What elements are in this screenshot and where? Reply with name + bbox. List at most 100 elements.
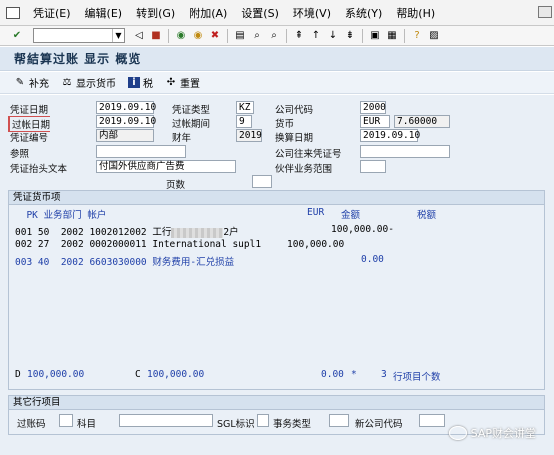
col-pk-bu-account: PK 业务部门 帐户 xyxy=(15,210,107,221)
window-control-icon[interactable] xyxy=(538,6,552,18)
account-field[interactable] xyxy=(119,414,213,427)
items-column-header: PK 业务部门 帐户 xyxy=(15,207,106,221)
balance-total: 0.00 xyxy=(321,369,344,380)
title-bar: 帮結算过账 显示 概览 xyxy=(0,47,554,71)
reference-label: 参照 xyxy=(10,149,30,160)
show-currency-label: 显示货币 xyxy=(76,79,116,90)
posting-key-field[interactable] xyxy=(59,414,73,427)
partner-field[interactable] xyxy=(360,160,386,173)
posting-key: 50 xyxy=(37,227,50,238)
business-area: 2002 xyxy=(60,239,84,250)
reset-button[interactable]: ✣ 重置 xyxy=(165,75,200,90)
menu-document[interactable]: 凭证(E) xyxy=(26,5,78,21)
header-text-field[interactable]: 付国外供应商广告费 xyxy=(96,160,236,173)
sgl-label: SGL标识 xyxy=(217,419,255,430)
command-dropdown-icon[interactable]: ▼ xyxy=(112,29,124,42)
watermark: SAP财会讲堂 xyxy=(448,425,536,441)
transaction-type-label: 事务类型 xyxy=(273,419,312,430)
separator xyxy=(404,28,405,43)
layout-menu-icon[interactable]: ▨ xyxy=(427,29,441,43)
next-page-icon[interactable]: ↓ xyxy=(326,29,340,43)
col-amount: 金额 xyxy=(341,210,361,221)
line-item-row[interactable]: 001 50 2002 1002012002 工行 2户 xyxy=(15,224,239,238)
menu-system[interactable]: 系统(Y) xyxy=(338,5,389,21)
back-icon[interactable]: ◉ xyxy=(174,29,188,43)
translation-date-field[interactable]: 2019.09.10 xyxy=(360,129,420,142)
line-number: 003 xyxy=(15,257,33,268)
doc-type-field[interactable]: KZ xyxy=(236,101,254,114)
company-code-field[interactable]: 2000 xyxy=(360,101,386,114)
menu-extras[interactable]: 附加(A) xyxy=(182,5,234,21)
posting-key-label: 过账码 xyxy=(17,419,46,430)
menu-goto[interactable]: 转到(G) xyxy=(129,5,182,21)
new-company-code-field[interactable] xyxy=(419,414,445,427)
line-item-row[interactable]: 002 27 2002 0002000011 International sup… xyxy=(15,239,261,250)
transaction-type-field[interactable] xyxy=(329,414,349,427)
account-number: 6603030000 xyxy=(89,257,147,268)
debit-total: 100,000.00 xyxy=(27,369,85,380)
menu-edit[interactable]: 编辑(E) xyxy=(78,5,130,21)
exit-icon[interactable]: ◉ xyxy=(191,29,205,43)
credit-total: 100,000.00 xyxy=(147,369,205,380)
new-session-icon[interactable]: ▣ xyxy=(368,29,382,43)
period-label: 过帐期间 xyxy=(172,119,211,130)
main-content: 凭证日期 2019.09.10 凭证类型 KZ 公司代码 2000 过帐日期 2… xyxy=(0,95,554,455)
translation-date-label: 换算日期 xyxy=(275,133,314,144)
tax-button[interactable]: i 税 xyxy=(128,75,153,90)
save-icon[interactable]: ■ xyxy=(149,29,163,43)
business-area: 2002 xyxy=(60,227,84,238)
doc-number-field: 内部 xyxy=(96,129,154,142)
find-icon[interactable]: ⌕ xyxy=(250,29,264,43)
pages-field[interactable] xyxy=(252,175,272,188)
line-number: 002 xyxy=(15,239,33,250)
system-menu-icon[interactable] xyxy=(6,6,20,19)
account-number: 0002000011 xyxy=(89,239,147,250)
line-number: 001 xyxy=(15,227,33,238)
exchange-rate-field[interactable]: 7.60000 xyxy=(394,115,450,128)
pages-label: 页数 xyxy=(166,180,186,191)
doc-date-field[interactable]: 2019.09.10 xyxy=(96,101,156,114)
period-field[interactable]: 9 xyxy=(236,115,252,128)
menu-settings[interactable]: 设置(S) xyxy=(234,5,286,21)
edit-pen-icon: ✎ xyxy=(15,77,25,88)
line-item-row[interactable]: 003 40 2002 6603030000 财务费用-汇兑损益 xyxy=(15,254,234,268)
fiscal-year-field: 2019 xyxy=(236,129,262,142)
intercompany-field[interactable] xyxy=(360,145,450,158)
cancel-icon[interactable]: ✖ xyxy=(208,29,222,43)
show-currency-button[interactable]: ⚖ 显示货币 xyxy=(61,75,116,90)
command-field[interactable]: ▼ xyxy=(33,28,125,43)
reference-field[interactable] xyxy=(96,145,186,158)
line-amount: 100,000.00 xyxy=(287,239,345,250)
item-count-label: 行项目个数 xyxy=(393,372,441,383)
posting-key: 27 xyxy=(37,239,50,250)
find-next-icon[interactable]: ⌕ xyxy=(267,29,281,43)
menu-environment[interactable]: 环境(V) xyxy=(286,5,338,21)
print-icon[interactable]: ▤ xyxy=(233,29,247,43)
enter-icon[interactable]: ✔ xyxy=(10,29,24,43)
debit-label: D xyxy=(15,369,21,380)
separator xyxy=(227,28,228,43)
reset-label: 重置 xyxy=(180,79,200,90)
info-icon: i xyxy=(128,77,140,88)
menu-list: 凭证(E) 编辑(E) 转到(G) 附加(A) 设置(S) 环境(V) 系统(Y… xyxy=(26,5,442,21)
last-page-icon[interactable]: ⇟ xyxy=(343,29,357,43)
item-count: 3 xyxy=(381,369,387,380)
watermark-text: SAP财会讲堂 xyxy=(470,427,536,440)
help-icon[interactable]: ? xyxy=(410,29,424,43)
wechat-icon xyxy=(448,426,467,440)
items-group-title: 凭证货币项 xyxy=(9,191,544,205)
col-tax: 税额 xyxy=(417,210,437,221)
standard-toolbar: ✔ ▼ ◁ ■ ◉ ◉ ✖ ▤ ⌕ ⌕ ⇞ ↑ ↓ ⇟ ▣ ▦ ? ▨ xyxy=(0,26,554,46)
fiscal-year-label: 财年 xyxy=(172,133,192,144)
first-page-icon[interactable]: ⇞ xyxy=(292,29,306,43)
currency-field[interactable]: EUR xyxy=(360,115,390,128)
sgl-field[interactable] xyxy=(257,414,269,427)
shortcut-icon[interactable]: ▦ xyxy=(385,29,399,43)
separator xyxy=(362,28,363,43)
back-arrow-icon[interactable]: ◁ xyxy=(132,29,146,43)
account-text: International supl1 xyxy=(152,239,262,250)
menu-help[interactable]: 帮助(H) xyxy=(389,5,442,21)
previous-page-icon[interactable]: ↑ xyxy=(309,29,323,43)
supplement-button[interactable]: ✎ 补充 xyxy=(14,75,49,90)
posting-date-field[interactable]: 2019.09.10 xyxy=(96,115,156,128)
